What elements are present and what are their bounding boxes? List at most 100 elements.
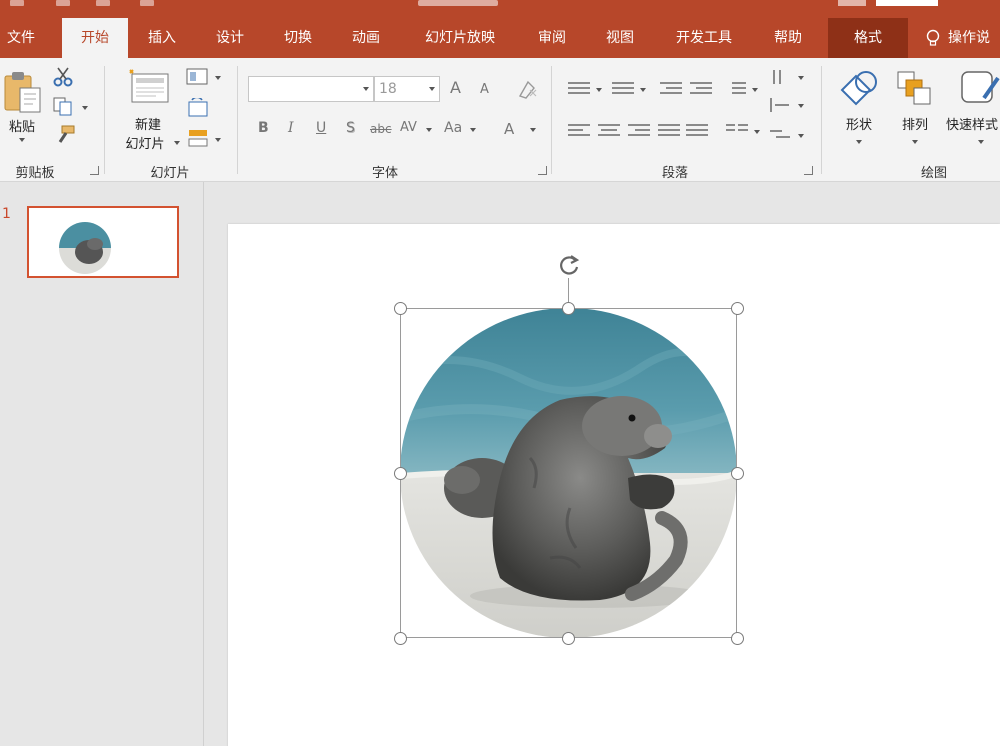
arrange-icon[interactable] [894, 68, 938, 108]
shapes-icon[interactable] [838, 68, 882, 108]
paste-dropdown-icon[interactable] [19, 138, 25, 142]
section-dropdown-icon[interactable] [215, 138, 221, 142]
underline-button[interactable]: U [316, 120, 326, 136]
align-center-icon[interactable] [598, 122, 620, 138]
align-text-icon[interactable] [770, 98, 792, 114]
strikethrough-button[interactable]: abc [370, 122, 392, 136]
section-icon[interactable] [186, 128, 210, 148]
save-icon[interactable] [10, 0, 24, 6]
text-direction-icon[interactable] [770, 68, 792, 84]
tab-review[interactable]: 审阅 [528, 18, 576, 58]
font-name-combo[interactable] [248, 76, 374, 102]
text-direction-dropdown-icon[interactable] [798, 76, 804, 80]
tab-animations[interactable]: 动画 [342, 18, 390, 58]
undo-icon[interactable] [56, 0, 70, 6]
picture-tools-label [838, 0, 866, 6]
char-spacing-dropdown-icon[interactable] [426, 128, 432, 132]
resize-handle-bottom[interactable] [562, 632, 575, 645]
resize-handle-bottom-left[interactable] [394, 632, 407, 645]
quick-styles-icon[interactable] [958, 68, 1000, 108]
shapes-label[interactable]: 形状 [834, 114, 884, 133]
change-case-dropdown-icon[interactable] [470, 128, 476, 132]
font-size-value: 18 [379, 81, 397, 97]
numbering-dropdown-icon[interactable] [640, 88, 646, 92]
new-slide-dropdown-icon[interactable] [174, 141, 180, 145]
align-right-icon[interactable] [628, 122, 650, 138]
resize-handle-top-left[interactable] [394, 302, 407, 315]
font-size-dropdown-icon[interactable] [425, 77, 439, 101]
new-slide-label-1[interactable]: 新建 [118, 114, 178, 133]
shapes-dropdown-icon[interactable] [856, 140, 862, 144]
slides-group-label: 幻灯片 [150, 166, 190, 181]
smartart-icon[interactable] [770, 128, 792, 144]
font-name-dropdown-icon[interactable] [359, 77, 373, 101]
copy-dropdown-icon[interactable] [82, 106, 88, 110]
justify-icon[interactable] [658, 122, 680, 138]
arrange-dropdown-icon[interactable] [912, 140, 918, 144]
bullets-dropdown-icon[interactable] [596, 88, 602, 92]
resize-handle-top[interactable] [562, 302, 575, 315]
layout-icon[interactable] [186, 68, 210, 86]
clipboard-launcher-icon[interactable] [90, 166, 99, 175]
tab-insert[interactable]: 插入 [138, 18, 186, 58]
reset-slide-icon[interactable] [186, 98, 210, 118]
italic-button[interactable]: I [288, 120, 294, 136]
smartart-dropdown-icon[interactable] [798, 134, 804, 138]
change-case-button[interactable]: Aa [444, 120, 462, 136]
resize-handle-left[interactable] [394, 467, 407, 480]
quick-styles-label[interactable]: 快速样式 [946, 114, 1000, 133]
font-color-button[interactable]: A [504, 120, 514, 138]
tab-format[interactable]: 格式 [828, 18, 908, 58]
new-slide-icon[interactable] [126, 68, 172, 106]
tab-help[interactable]: 帮助 [764, 18, 812, 58]
resize-handle-bottom-right[interactable] [731, 632, 744, 645]
distributed-icon[interactable] [686, 122, 708, 138]
decrease-indent-icon[interactable] [660, 80, 682, 96]
arrange-label[interactable]: 排列 [890, 114, 940, 133]
cut-icon[interactable] [52, 66, 74, 88]
font-launcher-icon[interactable] [538, 166, 547, 175]
tell-me-box[interactable]: 操作说 [926, 18, 990, 58]
paragraph-launcher-icon[interactable] [804, 166, 813, 175]
tab-developer[interactable]: 开发工具 [664, 18, 744, 58]
line-spacing-dropdown-icon[interactable] [752, 88, 758, 92]
numbering-icon[interactable] [612, 80, 634, 96]
increase-indent-icon[interactable] [690, 80, 712, 96]
text-shadow-button[interactable]: S [346, 120, 355, 136]
char-spacing-button[interactable]: AV [400, 120, 417, 135]
paste-icon[interactable] [2, 70, 44, 114]
quick-styles-dropdown-icon[interactable] [978, 140, 984, 144]
tab-file[interactable]: 文件 [0, 18, 42, 58]
layout-dropdown-icon[interactable] [215, 76, 221, 80]
copy-icon[interactable] [52, 96, 76, 116]
format-painter-icon[interactable] [52, 124, 76, 146]
resize-handle-top-right[interactable] [731, 302, 744, 315]
bold-button[interactable]: B [258, 120, 269, 136]
tab-transitions[interactable]: 切换 [274, 18, 322, 58]
tab-home[interactable]: 开始 [62, 18, 128, 58]
sign-in-button[interactable] [876, 0, 938, 6]
slide-thumbnail[interactable] [27, 206, 179, 278]
columns-icon[interactable] [726, 122, 748, 138]
customize-qat-icon[interactable] [140, 0, 154, 6]
columns-dropdown-icon[interactable] [754, 130, 760, 134]
tab-design[interactable]: 设计 [206, 18, 254, 58]
paste-label[interactable]: 粘贴 [2, 116, 42, 135]
font-color-dropdown-icon[interactable] [530, 128, 536, 132]
group-separator [104, 66, 105, 174]
rotate-handle-icon[interactable] [555, 250, 583, 278]
grow-font-button[interactable]: A [450, 78, 461, 97]
bullets-icon[interactable] [568, 80, 590, 96]
font-size-combo[interactable]: 18 [374, 76, 440, 102]
align-text-dropdown-icon[interactable] [798, 104, 804, 108]
shrink-font-button[interactable]: A [480, 82, 489, 97]
redo-icon[interactable] [96, 0, 110, 6]
tab-view[interactable]: 视图 [596, 18, 644, 58]
clear-formatting-icon[interactable] [516, 78, 540, 100]
line-spacing-icon[interactable] [724, 80, 746, 96]
align-left-icon[interactable] [568, 122, 590, 138]
tab-slideshow[interactable]: 幻灯片放映 [410, 18, 510, 58]
lightbulb-icon [926, 29, 940, 46]
new-slide-label-2[interactable]: 幻灯片 [118, 133, 172, 152]
resize-handle-right[interactable] [731, 467, 744, 480]
